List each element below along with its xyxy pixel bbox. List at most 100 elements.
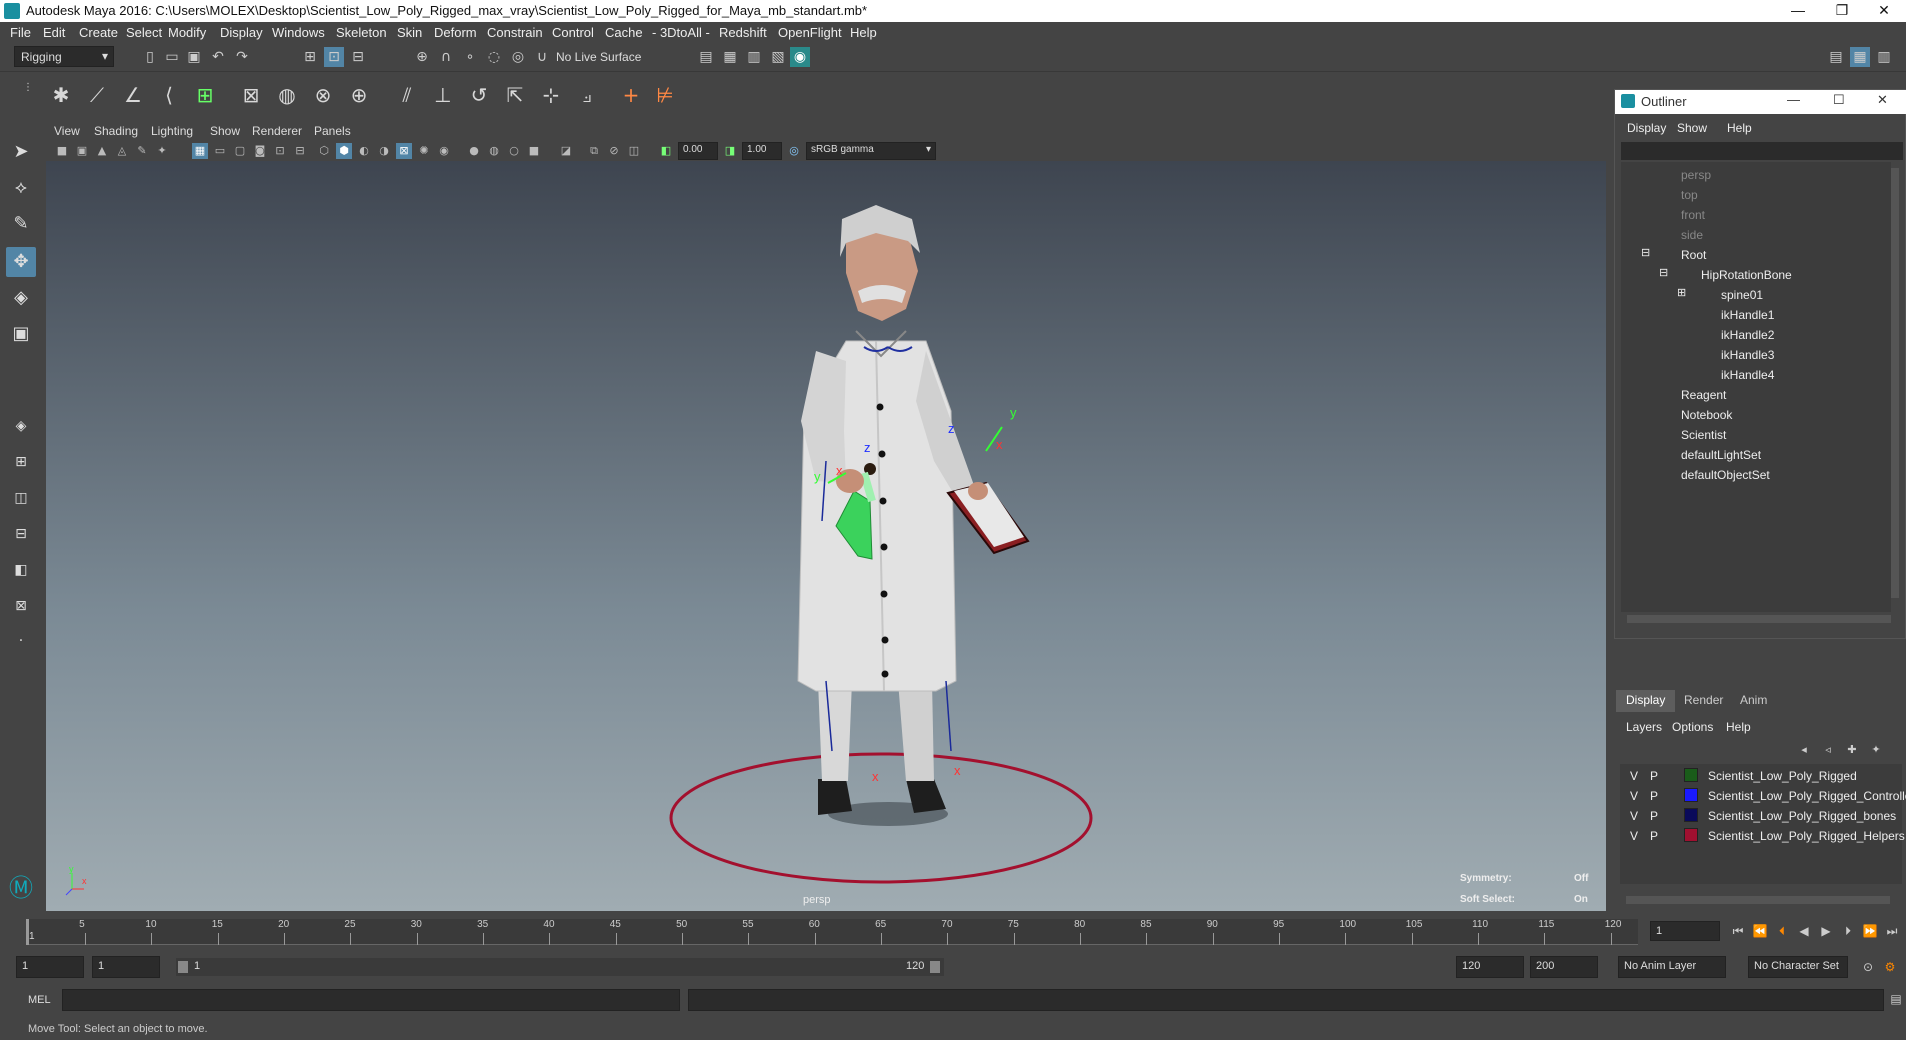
tab-anim[interactable]: Anim [1730, 690, 1777, 712]
menu-display[interactable]: Display [220, 25, 263, 40]
snap-magnet-icon[interactable]: ∪ [532, 47, 552, 67]
layer-color-swatch[interactable] [1684, 788, 1698, 802]
resolution-gate-icon[interactable]: ▢ [232, 143, 248, 159]
grease-pencil-icon[interactable]: ✎ [134, 143, 150, 159]
outliner-minimize-icon[interactable]: — [1787, 92, 1800, 107]
layer-playback-toggle[interactable]: P [1650, 829, 1658, 843]
layer-visibility-toggle[interactable]: V [1630, 789, 1638, 803]
colorspace-dropdown[interactable]: sRGB gamma ▾ [806, 142, 936, 160]
gamma-icon[interactable]: ◨ [722, 143, 738, 159]
pole-vector-icon[interactable]: ⟓ [572, 80, 602, 110]
custom-layout-icon[interactable]: · [6, 626, 36, 656]
outliner-menu-display[interactable]: Display [1627, 121, 1666, 135]
redo-icon[interactable]: ↷ [232, 47, 252, 67]
menu-control[interactable]: Control [552, 25, 594, 40]
preferences-icon[interactable]: ⚙ [1880, 957, 1900, 977]
locator-icon[interactable]: + [616, 80, 646, 110]
textured-icon[interactable]: ◑ [376, 143, 392, 159]
layer-playback-toggle[interactable]: P [1650, 809, 1658, 823]
scale-constraint-icon[interactable]: ⇱ [500, 80, 530, 110]
control-curve-icon[interactable]: ⊭ [650, 80, 680, 110]
play-forward-icon[interactable]: ▶ [1816, 921, 1836, 941]
menu-skeleton[interactable]: Skeleton [336, 25, 387, 40]
layer-menu-options[interactable]: Options [1672, 720, 1713, 734]
snap-view-icon[interactable]: ◌ [484, 47, 504, 67]
menu-constrain[interactable]: Constrain [487, 25, 543, 40]
orient-constraint-icon[interactable]: ↺ [464, 80, 494, 110]
menu-cache[interactable]: Cache [605, 25, 643, 40]
outliner-item-ikhandle1[interactable]: ikHandle1 [1721, 308, 1774, 322]
layer-color-swatch[interactable] [1684, 828, 1698, 842]
layer-row[interactable]: V P Scientist_Low_Poly_Rigged [1622, 766, 1902, 786]
snap-point-icon[interactable]: ∘ [460, 47, 480, 67]
playback-start-field[interactable]: 1 [92, 956, 160, 978]
step-forward-frame-icon[interactable]: ⏵ [1838, 921, 1858, 941]
mirror-joint-icon[interactable]: ⊞ [190, 80, 220, 110]
layer-visibility-toggle[interactable]: V [1630, 809, 1638, 823]
smooth-bind-icon[interactable]: ◍ [272, 80, 302, 110]
outliner-search-input[interactable] [1621, 142, 1903, 160]
camera-attr-icon[interactable]: ▣ [74, 143, 90, 159]
grid-icon[interactable]: ▦ [192, 143, 208, 159]
collapse-icon[interactable]: ⊟ [1659, 266, 1668, 279]
outliner-item-persp[interactable]: persp [1681, 168, 1711, 182]
insert-joint-icon[interactable]: ⟨ [154, 80, 184, 110]
outliner-vertical-scrollbar[interactable] [1891, 168, 1899, 598]
range-start-handle[interactable] [178, 961, 188, 973]
layer-color-swatch[interactable] [1684, 768, 1698, 782]
shadows-icon[interactable]: ◉ [436, 143, 452, 159]
new-layer-icon[interactable]: ✚ [1842, 740, 1862, 760]
exposure-icon[interactable]: ◧ [658, 143, 674, 159]
select-tool-icon[interactable]: ➤ [6, 137, 36, 167]
go-to-start-icon[interactable]: ⏮ [1728, 921, 1748, 941]
undo-icon[interactable]: ↶ [208, 47, 228, 67]
outliner-menu-show[interactable]: Show [1677, 121, 1707, 135]
snap-surface-icon[interactable]: ◎ [508, 47, 528, 67]
live-surface-label[interactable]: No Live Surface [556, 50, 641, 64]
wireframe-shaded-icon[interactable]: ⊠ [396, 143, 412, 159]
expand-icon[interactable]: ⊞ [1677, 286, 1686, 299]
gamma-field[interactable]: 1.00 [742, 142, 782, 160]
menu-3dtoall[interactable]: - 3DtoAll - [652, 25, 710, 40]
outliner-item-side[interactable]: side [1681, 228, 1703, 242]
lattice-icon[interactable]: ⊗ [308, 80, 338, 110]
move-layer-down-icon[interactable]: ◃ [1818, 740, 1838, 760]
select-hierarchy-icon[interactable]: ⊞ [300, 47, 320, 67]
exposure-field[interactable]: 0.00 [678, 142, 718, 160]
anti-alias-icon[interactable]: ○ [506, 143, 522, 159]
collapse-icon[interactable]: ⊟ [1641, 246, 1650, 259]
gate-mask-icon[interactable]: ◙ [252, 143, 268, 159]
wireframe-icon[interactable]: ⬡ [316, 143, 332, 159]
layer-color-swatch[interactable] [1684, 808, 1698, 822]
new-scene-icon[interactable]: ▯ [140, 47, 160, 67]
layer-name[interactable]: Scientist_Low_Poly_Rigged [1708, 769, 1857, 783]
render-settings-icon[interactable]: ▥ [744, 47, 764, 67]
ik-spline-icon[interactable]: ∠ [118, 80, 148, 110]
outliner-item-reagent[interactable]: Reagent [1681, 388, 1726, 402]
outliner-item-notebook[interactable]: Notebook [1681, 408, 1732, 422]
layer-menu-help[interactable]: Help [1726, 720, 1751, 734]
wire-deformer-icon[interactable]: ⫽ [392, 80, 422, 110]
outliner-item-top[interactable]: top [1681, 188, 1698, 202]
four-pane-icon[interactable]: ⊞ [6, 447, 36, 477]
outliner-item-ikhandle3[interactable]: ikHandle3 [1721, 348, 1774, 362]
field-chart-icon[interactable]: ⊡ [272, 143, 288, 159]
workspace-icon[interactable]: ▤ [1826, 47, 1846, 67]
viewport-persp[interactable]: z y x y z x x x x y persp Symmetry: Off … [46, 161, 1606, 911]
menu-openflight[interactable]: OpenFlight [778, 25, 842, 40]
snap-grid-icon[interactable]: ⊕ [412, 47, 432, 67]
pan-zoom-icon[interactable]: ✦ [154, 143, 170, 159]
script-editor-icon[interactable]: ▤ [1886, 989, 1906, 1009]
character-set-dropdown[interactable]: No Character Set [1748, 956, 1848, 978]
open-scene-icon[interactable]: ▭ [162, 47, 182, 67]
layer-name[interactable]: Scientist_Low_Poly_Rigged_Helpers [1708, 829, 1905, 843]
layer-name[interactable]: Scientist_Low_Poly_Rigged_bones [1708, 809, 1896, 823]
layer-row[interactable]: V P Scientist_Low_Poly_Rigged_Helpers [1622, 826, 1905, 846]
panel-menu-renderer[interactable]: Renderer [252, 124, 302, 138]
time-slider[interactable]: 5 10 15 20 25 30 35 40 45 50 55 60 65 70 75 80 85 90 95 100… [0, 911, 1906, 953]
persp-outliner-icon[interactable]: ⊟ [6, 519, 36, 549]
move-layer-up-icon[interactable]: ◂ [1794, 740, 1814, 760]
command-input[interactable] [62, 989, 680, 1011]
default-material-icon[interactable]: ◐ [356, 143, 372, 159]
scale-tool-icon[interactable]: ▣ [6, 319, 36, 349]
